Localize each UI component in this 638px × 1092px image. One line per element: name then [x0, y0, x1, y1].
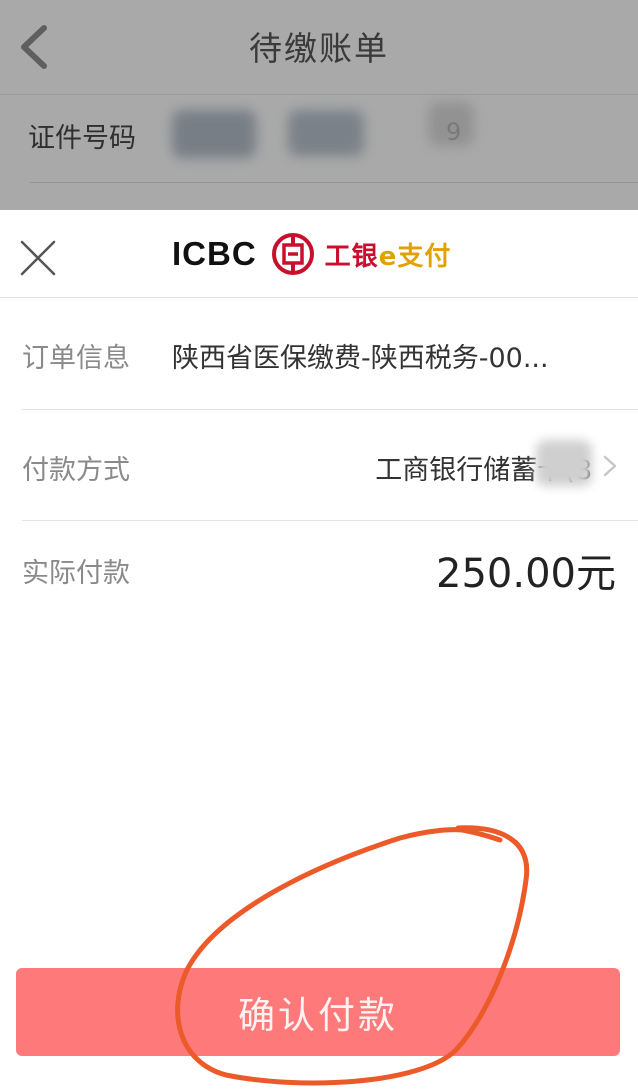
background-page: 待缴账单 证件号码 9	[0, 0, 638, 210]
id-number-visible-digit: 9	[446, 118, 462, 146]
brand-cn-pay: e支付	[378, 241, 452, 272]
close-icon[interactable]	[18, 238, 58, 278]
order-info-value: 陕西省医保缴费-陕西税务-00...	[172, 343, 549, 374]
nav-bar: 待缴账单	[0, 0, 638, 95]
actual-payment-amount: 250.00元	[436, 551, 616, 597]
confirm-payment-button[interactable]: 确认付款	[16, 968, 620, 1056]
payment-sheet: ICBC 工银e支付 订单信息 陕西省医保缴费-陕西税务-00... 付款方式 …	[0, 210, 638, 1092]
brand-en: ICBC	[172, 235, 257, 272]
payment-method-label: 付款方式	[22, 455, 130, 486]
icbc-epay-brand: ICBC 工银e支付	[172, 232, 451, 276]
brand-cn: 工银e支付	[325, 236, 452, 273]
id-number-label: 证件号码	[28, 123, 136, 154]
actual-payment-label: 实际付款	[22, 558, 130, 589]
page-title: 待缴账单	[249, 29, 389, 68]
redacted-card-digits	[536, 440, 592, 486]
icbc-logo-icon	[271, 233, 314, 275]
redacted-id-segment	[172, 110, 256, 158]
redacted-id-segment	[288, 110, 364, 156]
divider	[30, 182, 638, 183]
id-number-row: 证件号码 9	[0, 96, 638, 182]
order-info-label: 订单信息	[22, 343, 130, 374]
sheet-header: ICBC 工银e支付	[0, 210, 638, 298]
actual-payment-row: 实际付款 250.00元	[0, 521, 638, 621]
chevron-right-icon[interactable]	[602, 454, 618, 478]
brand-cn-main: 工银	[324, 241, 379, 272]
order-info-row: 订单信息 陕西省医保缴费-陕西税务-00...	[0, 298, 638, 410]
payment-method-row[interactable]: 付款方式 工商银行储蓄卡(8	[0, 410, 638, 521]
